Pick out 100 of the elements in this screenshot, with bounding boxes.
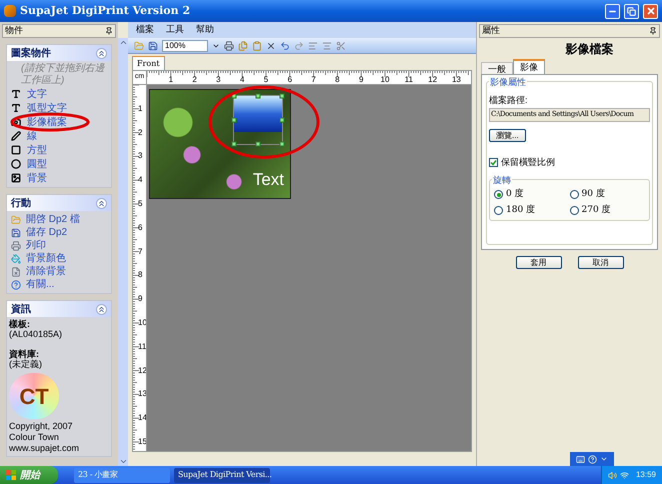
group-title: 影像屬性 — [489, 76, 527, 90]
speaker-icon[interactable] — [608, 470, 617, 480]
resize-handle[interactable] — [256, 94, 260, 98]
property-tab[interactable]: 一般 — [481, 62, 513, 74]
ruler-label: 3 — [138, 152, 142, 160]
radio-label: 90 度 — [582, 188, 605, 201]
document-icon — [11, 266, 21, 276]
resize-handle[interactable] — [232, 142, 236, 146]
action-link[interactable]: 開啓 Dp2 檔 — [26, 212, 80, 227]
folder-icon — [11, 214, 21, 224]
align-icon[interactable] — [308, 40, 318, 50]
ruler-label: 6 — [138, 224, 142, 232]
radio-label: 270 度 — [582, 204, 611, 216]
section-title: 行動 — [11, 196, 31, 210]
scroll-down-icon[interactable] — [118, 457, 128, 466]
action-link[interactable]: 列印 — [26, 238, 46, 253]
square-icon — [11, 145, 21, 155]
delete-icon[interactable] — [266, 40, 276, 50]
text-icon — [11, 103, 21, 113]
copy-icon[interactable] — [238, 40, 248, 50]
clock: 13:59 — [636, 469, 656, 481]
panel-title: 屬性 — [482, 24, 500, 38]
object-item[interactable]: 線 — [27, 128, 37, 144]
radio-button[interactable] — [570, 190, 578, 200]
checkbox[interactable] — [489, 158, 498, 167]
browse-button[interactable]: 瀏覽... — [489, 128, 526, 142]
minimize-button[interactable] — [605, 4, 620, 18]
canvas-text[interactable]: Text — [252, 166, 284, 192]
object-item[interactable]: 方型 — [27, 142, 47, 158]
help-icon[interactable] — [588, 454, 597, 464]
info-value: (未定義) — [9, 359, 43, 369]
menu-item[interactable]: 工具 — [166, 23, 184, 37]
radio-button[interactable] — [494, 206, 503, 215]
menu-item[interactable]: 幫助 — [196, 23, 214, 37]
dialog-button[interactable]: 取消 — [578, 256, 624, 269]
taskbar-task[interactable]: SupaJet DigiPrint Versi... — [174, 468, 270, 482]
undo-icon[interactable] — [280, 40, 290, 50]
collapse-icon[interactable] — [96, 304, 107, 314]
resize-handle[interactable] — [256, 142, 260, 146]
zoom-field[interactable]: 100% — [162, 40, 208, 52]
action-link[interactable]: 儲存 Dp2 — [26, 225, 68, 240]
ruler-label: 4 — [138, 176, 142, 184]
ruler-label: 2 — [138, 128, 142, 137]
object-item[interactable]: 圓型 — [27, 156, 47, 172]
collapse-icon[interactable] — [96, 48, 107, 58]
scrollbar[interactable] — [118, 38, 128, 466]
restore-button[interactable] — [624, 4, 639, 18]
window-title: SupaJet DigiPrint Version 2 — [20, 2, 192, 19]
start-button[interactable]: 開始 — [0, 466, 58, 484]
radio-label: 0 度 — [506, 188, 524, 201]
section-header[interactable]: 圖案物件 — [7, 45, 111, 61]
save-icon[interactable] — [148, 40, 158, 50]
info-label: 樣板: — [9, 319, 31, 329]
resize-handle[interactable] — [232, 94, 236, 98]
resize-handle[interactable] — [280, 118, 284, 122]
paste-icon[interactable] — [252, 40, 262, 50]
ruler-label: 2 — [192, 76, 197, 84]
dialog-button[interactable]: 套用 — [516, 256, 562, 269]
object-item[interactable]: 影像檔案 — [27, 114, 67, 130]
section-header[interactable]: 行動 — [7, 195, 111, 211]
paint-bucket-icon — [11, 254, 21, 264]
text-icon — [11, 89, 21, 99]
ruler-label: 6 — [288, 76, 292, 84]
ruler-label: 9 — [138, 295, 142, 304]
pin-icon[interactable] — [649, 27, 657, 35]
action-link[interactable]: 有關... — [26, 277, 54, 292]
scissors-icon[interactable] — [336, 40, 346, 50]
camera-icon — [11, 117, 21, 127]
keyboard-icon[interactable] — [576, 454, 585, 464]
selection-frame[interactable] — [233, 95, 283, 145]
credit-text: Copyright, 2007 — [9, 421, 74, 432]
ruler-label: 10 — [380, 76, 390, 84]
collapse-icon[interactable] — [96, 198, 107, 208]
object-item[interactable]: 弧型文字 — [27, 100, 67, 116]
action-link[interactable]: 清除背景 — [26, 264, 66, 279]
document-tab[interactable]: Front — [132, 56, 165, 70]
taskbar-task[interactable]: 23 - 小畫家 — [74, 468, 170, 482]
object-item[interactable]: 文字 — [27, 86, 47, 102]
section-header[interactable]: 資訊 — [7, 301, 111, 317]
action-link[interactable]: 背景顏色 — [26, 251, 66, 266]
resize-handle[interactable] — [232, 118, 236, 122]
ruler-label: 4 — [240, 76, 244, 84]
pin-icon[interactable] — [105, 27, 113, 35]
printer-icon[interactable] — [224, 40, 234, 50]
property-tab[interactable]: 影像 — [513, 59, 545, 74]
align-icon[interactable] — [322, 40, 332, 50]
menu-item[interactable]: 檔案 — [136, 23, 154, 37]
resize-handle[interactable] — [280, 142, 284, 146]
radio-button[interactable] — [494, 190, 503, 200]
radio-button[interactable] — [570, 206, 578, 215]
scroll-up-icon[interactable] — [118, 38, 128, 47]
options-icon[interactable] — [600, 455, 608, 463]
resize-handle[interactable] — [280, 94, 284, 98]
ruler-label: 12 — [428, 76, 438, 84]
ruler-label: 7 — [311, 76, 316, 84]
network-icon[interactable] — [620, 470, 629, 480]
hint-text: (請按下並拖到右邊工作區上) — [20, 63, 106, 87]
object-item[interactable]: 背景 — [27, 170, 47, 186]
close-button[interactable] — [643, 4, 658, 18]
section-title: 圖案物件 — [11, 46, 51, 60]
